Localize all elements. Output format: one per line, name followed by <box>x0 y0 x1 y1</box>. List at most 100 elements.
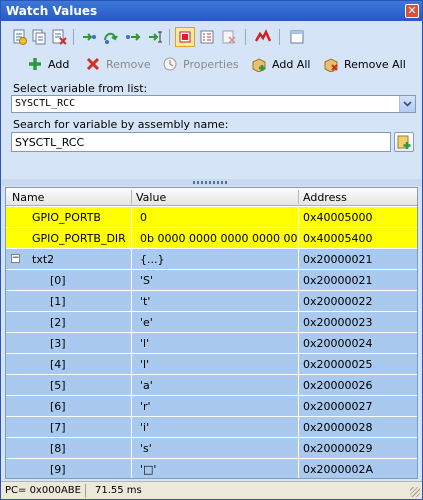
cell-divider <box>131 249 132 270</box>
chevron-down-icon[interactable] <box>399 96 415 112</box>
add-button[interactable]: Add <box>27 53 69 75</box>
add-all-icon <box>252 58 266 72</box>
cell-value[interactable]: 0b 0000 0000 0000 0000 00... <box>140 232 298 245</box>
cell-value[interactable]: 'l' <box>140 358 298 371</box>
remove-all-button-label: Remove All <box>344 57 406 71</box>
table-row[interactable]: [9] '□' 0x2000002A <box>6 459 417 478</box>
cell-value[interactable]: 'i' <box>140 421 298 434</box>
cell-divider <box>298 207 299 228</box>
cell-divider <box>298 228 299 249</box>
breakpoint-icon[interactable] <box>253 27 273 47</box>
table-row[interactable]: GPIO_PORTB_DIR 0b 0000 0000 0000 0000 00.… <box>6 228 417 249</box>
add-search-result-button[interactable] <box>394 132 414 152</box>
cell-name: [5] <box>50 379 66 392</box>
cell-name: txt2 <box>32 253 55 266</box>
table-row[interactable]: [8] 's' 0x20000029 <box>6 438 417 459</box>
table-row[interactable]: − txt2 {...} 0x20000021 <box>6 249 417 270</box>
add-button-label: Add <box>48 57 70 71</box>
cell-name: [3] <box>50 337 66 350</box>
cell-divider <box>298 354 299 375</box>
cell-divider <box>131 417 132 438</box>
window-icon[interactable] <box>287 27 307 47</box>
toolbar-separator <box>169 29 170 45</box>
cell-divider <box>131 228 132 249</box>
cell-address: 0x40005000 <box>303 211 373 224</box>
toolbar-separator <box>279 29 280 45</box>
cell-divider <box>131 207 132 228</box>
cell-name: [0] <box>50 274 66 287</box>
table-row[interactable]: [4] 'l' 0x20000025 <box>6 354 417 375</box>
watch-grid: Name Value Address GPIO_PORTB 0 0x40005000… <box>5 187 418 479</box>
cell-value[interactable]: 0 <box>140 211 298 224</box>
cell-value[interactable]: 'S' <box>140 274 298 287</box>
cell-divider <box>131 354 132 375</box>
cell-name: [1] <box>50 295 66 308</box>
delete-watch-icon[interactable] <box>49 27 69 47</box>
column-divider[interactable] <box>298 190 299 204</box>
table-row[interactable]: [2] 'e' 0x20000023 <box>6 312 417 333</box>
cell-value[interactable]: 's' <box>140 442 298 455</box>
copy-watch-icon[interactable] <box>29 27 49 47</box>
run-to-cursor-icon[interactable] <box>145 27 165 47</box>
column-header-name[interactable]: Name <box>12 191 44 204</box>
window-title: Watch Values <box>6 4 98 18</box>
grid-header: Name Value Address <box>6 188 417 206</box>
table-row[interactable]: [1] 't' 0x20000022 <box>6 291 417 312</box>
cell-divider <box>298 417 299 438</box>
toolbar-separator <box>245 29 246 45</box>
cell-address: 0x20000021 <box>303 253 373 266</box>
add-all-button[interactable]: Add All <box>251 53 310 75</box>
status-divider <box>85 484 86 498</box>
list-view-icon[interactable] <box>197 27 217 47</box>
table-row[interactable]: [3] 'l' 0x20000024 <box>6 333 417 354</box>
cell-divider <box>131 438 132 459</box>
step-out-icon[interactable] <box>123 27 143 47</box>
table-row[interactable]: [5] 'a' 0x20000026 <box>6 375 417 396</box>
table-row[interactable]: [6] 'r' 0x20000027 <box>6 396 417 417</box>
assembly-name-search-input[interactable]: SYSCTL_RCC <box>11 132 391 152</box>
cell-value[interactable]: {...} <box>140 253 298 266</box>
panel-splitter[interactable] <box>1 179 422 186</box>
properties-button[interactable]: Properties <box>162 53 239 75</box>
cell-address: 0x20000022 <box>303 295 373 308</box>
table-row[interactable]: GPIO_PORTB 0 0x40005000 <box>6 207 417 228</box>
cell-address: 0x40005400 <box>303 232 373 245</box>
resize-grip[interactable] <box>410 487 420 497</box>
cell-address: 0x20000024 <box>303 337 373 350</box>
cell-value[interactable]: '□' <box>140 463 298 476</box>
cell-name: [4] <box>50 358 66 371</box>
step-over-icon[interactable] <box>101 27 121 47</box>
variable-select-value: SYSCTL_RCC <box>15 98 76 109</box>
variable-select[interactable]: SYSCTL_RCC <box>11 95 416 113</box>
cell-divider <box>298 459 299 478</box>
table-row[interactable]: [7] 'i' 0x20000028 <box>6 417 417 438</box>
cell-value[interactable]: 't' <box>140 295 298 308</box>
select-variable-label: Select variable from list: <box>13 82 148 95</box>
new-watch-icon[interactable] <box>9 27 29 47</box>
cell-divider <box>131 459 132 478</box>
cell-value[interactable]: 'e' <box>140 316 298 329</box>
cell-address: 0x2000002A <box>303 463 374 476</box>
close-button[interactable]: ✕ <box>405 4 419 18</box>
cell-address: 0x20000026 <box>303 379 373 392</box>
properties-icon <box>163 57 177 71</box>
title-bar[interactable]: Watch Values ✕ <box>1 1 422 21</box>
cell-name: GPIO_PORTB_DIR <box>32 232 126 245</box>
cell-divider <box>298 270 299 291</box>
remove-x-icon <box>86 57 100 71</box>
table-row[interactable]: [0] 'S' 0x20000021 <box>6 270 417 291</box>
cell-value[interactable]: 'a' <box>140 379 298 392</box>
elapsed-time-status: 71.55 ms <box>95 485 142 496</box>
remove-button[interactable]: Remove <box>85 53 151 75</box>
column-header-address[interactable]: Address <box>303 191 347 204</box>
remove-all-button[interactable]: Remove All <box>323 53 406 75</box>
step-into-icon[interactable] <box>79 27 99 47</box>
column-header-value[interactable]: Value <box>136 191 166 204</box>
splitter-grip[interactable] <box>193 181 229 184</box>
cell-value[interactable]: 'l' <box>140 337 298 350</box>
cell-value[interactable]: 'r' <box>140 400 298 413</box>
column-divider[interactable] <box>131 190 132 204</box>
stop-icon[interactable] <box>175 27 195 47</box>
clear-icon[interactable] <box>219 27 239 47</box>
search-input-value: SYSCTL_RCC <box>15 136 85 149</box>
